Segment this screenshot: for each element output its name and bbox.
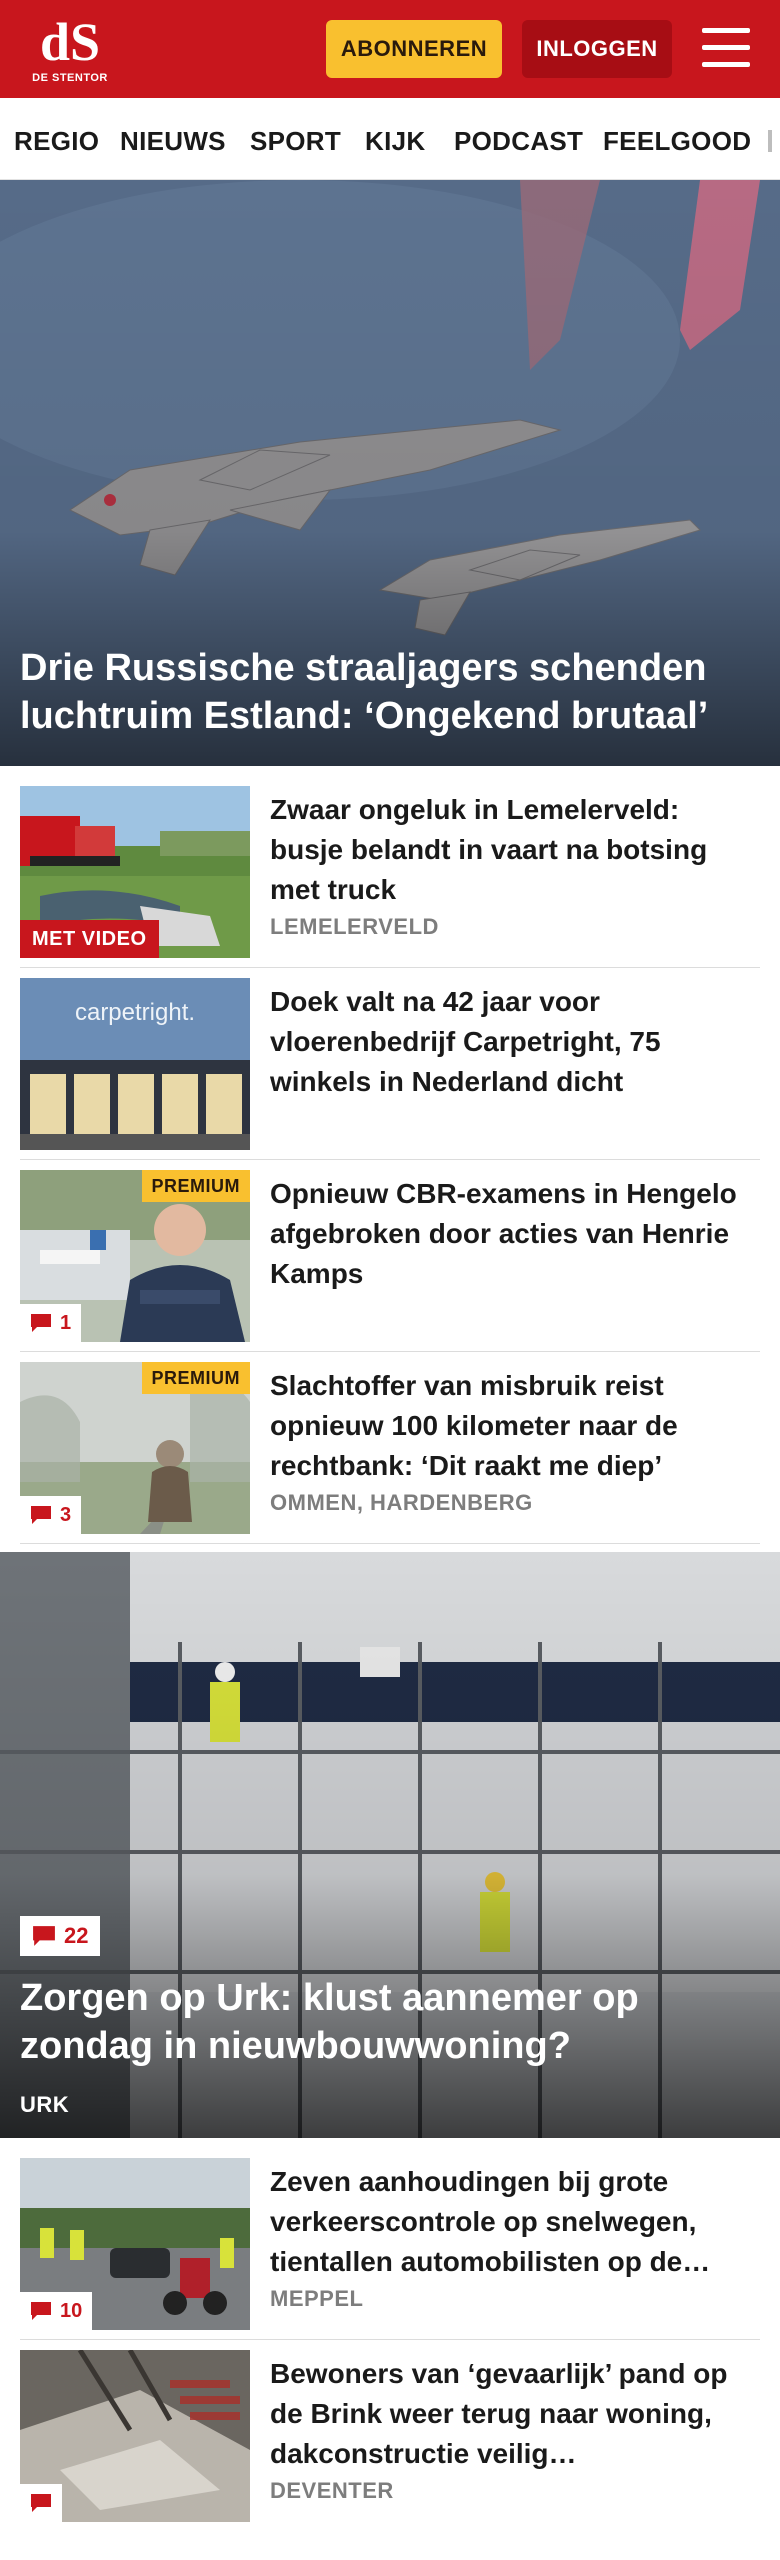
article-title: Zeven aanhoudingen bij grote verkeerscon… — [270, 2166, 711, 2277]
comment-count[interactable]: 10 — [20, 2292, 93, 2330]
svg-text:carpetright.: carpetright. — [75, 999, 195, 1026]
hero-article[interactable]: Drie Russische straaljagers schenden luc… — [0, 180, 780, 766]
article-title: Opnieuw CBR-examens in Hengelo afgebroke… — [270, 1178, 737, 1289]
login-button[interactable]: INLOGGEN — [522, 20, 672, 78]
article-thumbnail: 10 — [20, 2158, 250, 2330]
logo-text: DE STENTOR — [32, 72, 108, 84]
comment-icon — [31, 2302, 51, 2320]
premium-badge: PREMIUM — [141, 1170, 250, 1202]
article-thumbnail: PREMIUM 1 — [20, 1170, 250, 1342]
comment-icon — [31, 2494, 51, 2512]
article-location: OMMEN, HARDENBERG — [270, 1490, 533, 1515]
logo-mark: dS — [40, 12, 100, 70]
premium-badge: PREMIUM — [141, 1362, 250, 1394]
nav-item-regio[interactable]: REGIO — [14, 126, 99, 157]
article-title: Zwaar ongeluk in Lemelerveld: busje bela… — [270, 794, 708, 905]
article-thumbnail: carpetright. — [20, 978, 250, 1150]
svg-text:dS: dS — [40, 12, 100, 70]
comment-number: 3 — [60, 1503, 72, 1526]
comment-count[interactable]: 3 — [20, 1496, 82, 1534]
article-title: Doek valt na 42 jaar voor vloerenbedrijf… — [270, 986, 661, 1097]
nav-item-sport[interactable]: SPORT — [250, 126, 341, 157]
article-card[interactable]: 10 Zeven aanhoudingen bij grote verkeers… — [20, 2158, 760, 2340]
comment-count[interactable]: 22 — [20, 1916, 101, 1956]
article-location: DEVENTER — [270, 2478, 394, 2503]
article-location: LEMELERVELD — [270, 914, 439, 939]
article-thumbnail: PREMIUM 3 — [20, 1362, 250, 1534]
comment-icon — [31, 1314, 51, 1332]
nav-item-podcast[interactable]: PODCAST — [454, 126, 583, 157]
hero-title: Drie Russische straaljagers schenden luc… — [20, 647, 709, 737]
article-card[interactable]: PREMIUM 1 Opnieuw CBR-examens in Hengelo… — [20, 1170, 760, 1352]
feature-article[interactable]: 22 Zorgen op Urk: klust aannemer op zond… — [0, 1552, 780, 2138]
nav-overflow-hint — [768, 130, 772, 152]
nav-item-kijk[interactable]: KIJK — [365, 126, 425, 157]
comment-count[interactable]: 1 — [20, 1304, 82, 1342]
comment-number: 10 — [60, 2299, 83, 2322]
video-label: MET VIDEO — [20, 920, 159, 958]
article-card[interactable]: carpetright. Doek valt na 42 jaar voor v… — [20, 978, 760, 1160]
comment-number: 1 — [60, 1311, 72, 1334]
article-thumbnail — [20, 2350, 250, 2522]
comment-icon — [31, 1506, 51, 1524]
article-title: Bewoners van ‘gevaarlijk’ pand op de Bri… — [270, 2358, 728, 2469]
section-nav: REGIO NIEUWS SPORT KIJK PODCAST FEELGOOD — [0, 98, 780, 180]
article-card[interactable]: PREMIUM 3 Slachtoffer van misbruik reist… — [20, 1362, 760, 1544]
site-header: dS DE STENTOR ABONNEREN INLOGGEN — [0, 0, 780, 98]
subscribe-button[interactable]: ABONNEREN — [326, 20, 502, 78]
comment-number: 22 — [64, 1923, 89, 1948]
site-logo[interactable]: dS DE STENTOR — [30, 12, 110, 88]
article-card[interactable]: MET VIDEO Zwaar ongeluk in Lemelerveld: … — [20, 786, 760, 968]
article-card[interactable]: Bewoners van ‘gevaarlijk’ pand op de Bri… — [20, 2350, 760, 2532]
nav-item-nieuws[interactable]: NIEUWS — [120, 126, 226, 157]
hamburger-menu-icon[interactable] — [698, 24, 754, 72]
nav-item-feelgood[interactable]: FEELGOOD — [603, 126, 751, 157]
article-title: Slachtoffer van misbruik reist opnieuw 1… — [270, 1370, 678, 1481]
article-thumbnail: MET VIDEO — [20, 786, 250, 958]
comment-count[interactable] — [20, 2484, 62, 2522]
feature-title: Zorgen op Urk: klust aannemer op zondag … — [20, 1977, 639, 2067]
comment-icon — [33, 1926, 55, 1946]
article-location: MEPPEL — [270, 2286, 364, 2311]
feature-location: URK — [20, 2092, 70, 2117]
